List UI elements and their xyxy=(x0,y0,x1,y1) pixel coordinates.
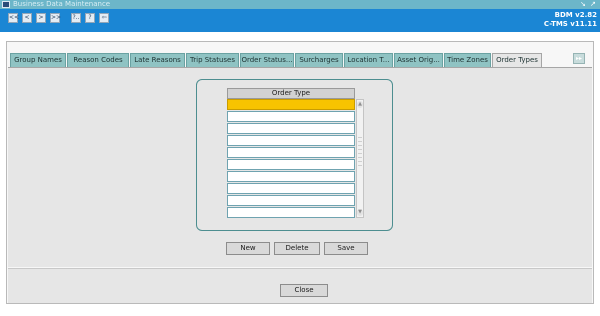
tab-trip-statuses[interactable]: Trip Statuses xyxy=(186,53,239,67)
order-type-row[interactable] xyxy=(227,171,355,182)
order-type-row[interactable] xyxy=(227,99,355,110)
scroll-down-icon[interactable]: ▼ xyxy=(357,209,363,216)
order-type-row[interactable] xyxy=(227,195,355,206)
order-type-scrollbar[interactable]: ▲ ▼ xyxy=(356,99,364,218)
maximize-icon[interactable]: ↗ xyxy=(590,0,596,9)
window-title: Business Data Maintenance xyxy=(13,0,111,8)
order-type-row[interactable] xyxy=(227,123,355,134)
help-button[interactable]: ? xyxy=(85,13,95,23)
last-record-button[interactable]: >> xyxy=(50,13,61,23)
new-button[interactable]: New xyxy=(226,242,270,255)
footer-bar: Close xyxy=(8,268,592,303)
next-record-button[interactable]: > xyxy=(36,13,46,23)
tab-scroll-right-icon[interactable]: ▸▸ xyxy=(573,53,585,64)
tab-order-types[interactable]: Order Types xyxy=(492,53,542,68)
tab-time-zones[interactable]: Time Zones xyxy=(444,53,491,67)
save-button[interactable]: Save xyxy=(324,242,368,255)
tab-group-names[interactable]: Group Names xyxy=(10,53,66,67)
order-type-row[interactable] xyxy=(227,159,355,170)
order-type-row[interactable] xyxy=(227,147,355,158)
maintenance-form: Group Names Reason Codes Late Reasons Tr… xyxy=(6,41,594,304)
tab-reason-codes[interactable]: Reason Codes xyxy=(67,53,129,67)
previous-record-button[interactable]: < xyxy=(22,13,32,23)
resize-icon[interactable]: ↘ xyxy=(580,0,586,9)
order-types-panel: Order Type ▲ ▼ New Delete Save xyxy=(8,67,592,267)
tab-order-statuses[interactable]: Order Status... xyxy=(240,53,294,67)
scroll-thumb[interactable] xyxy=(358,136,362,166)
ctms-version: C-TMS v11.11 xyxy=(543,20,597,28)
exit-icon[interactable]: ⇦ xyxy=(99,13,109,23)
order-type-row[interactable] xyxy=(227,111,355,122)
help-topics-button[interactable]: ?.. xyxy=(71,13,81,23)
order-type-row[interactable] xyxy=(227,207,355,218)
delete-button[interactable]: Delete xyxy=(274,242,320,255)
bdm-version: BDM v2.82 xyxy=(554,11,597,19)
tab-late-reasons[interactable]: Late Reasons xyxy=(130,53,185,67)
order-type-row[interactable] xyxy=(227,183,355,194)
tab-location-types[interactable]: Location T... xyxy=(344,53,393,67)
tab-surcharges[interactable]: Surcharges xyxy=(295,53,343,67)
order-type-row[interactable] xyxy=(227,135,355,146)
scroll-up-icon[interactable]: ▲ xyxy=(357,101,363,108)
app-window: Business Data Maintenance ↘ ↗ << < > >> … xyxy=(0,0,600,316)
close-button[interactable]: Close xyxy=(280,284,328,297)
tab-asset-origins[interactable]: Asset Orig... xyxy=(394,53,443,67)
order-type-column-header: Order Type xyxy=(227,88,355,99)
version-info: BDM v2.82 C-TMS v11.11 xyxy=(544,11,597,29)
toolbar: << < > >> ?.. ? ⇦ BDM v2.82 C-TMS v11.11 xyxy=(0,9,600,32)
title-bar: Business Data Maintenance ↘ ↗ xyxy=(0,0,600,9)
order-types-group: Order Type ▲ ▼ xyxy=(196,79,393,231)
first-record-button[interactable]: << xyxy=(8,13,19,23)
app-icon xyxy=(2,1,10,8)
